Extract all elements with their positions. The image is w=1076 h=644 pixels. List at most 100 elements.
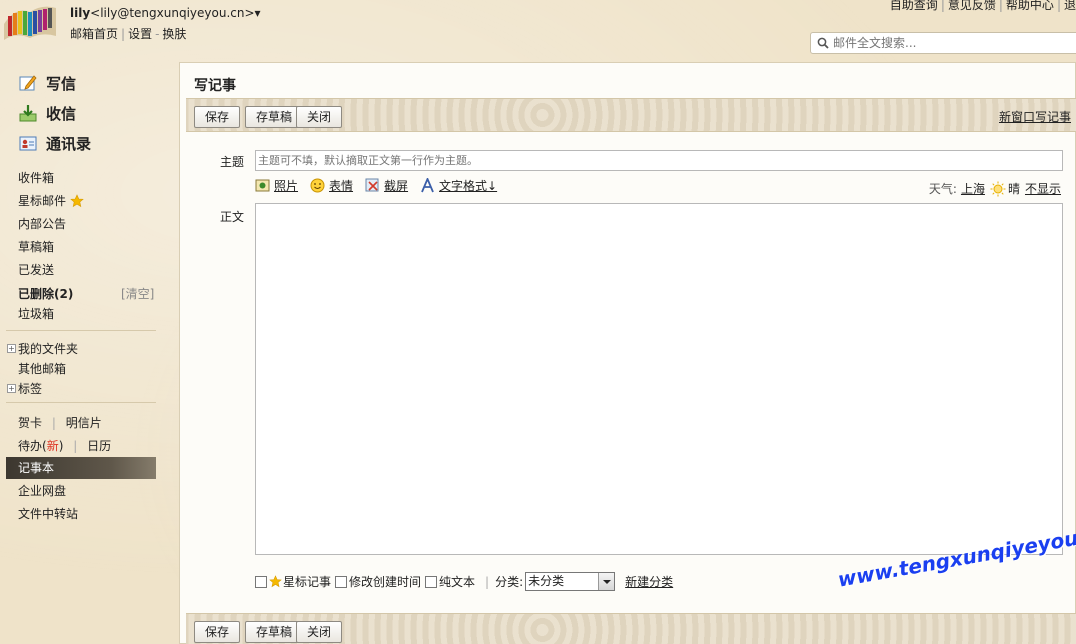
star-icon [269,575,282,588]
feedback-link[interactable]: 意见反馈 [948,0,996,12]
modify-time-label: 修改创建时间 [349,575,422,589]
other-mailboxes[interactable]: 其他邮箱 [18,360,66,377]
tree-tags-label: 标签 [18,382,43,396]
insert-emoji-button[interactable]: 表情 [310,177,353,194]
sidebar: 写信 收信 通讯录 收件箱 星标邮件 内部公告 草稿箱 已发送 已删除(2) [… [0,60,170,644]
weather-city-link[interactable]: 上海 [961,180,985,197]
close-button-bottom[interactable]: 关闭 [296,621,343,643]
sidebar-divider [6,330,156,331]
folder-inbox[interactable]: 收件箱 [18,169,54,186]
folder-spam[interactable]: 垃圾箱 [18,305,54,322]
star-icon [70,193,84,207]
change-skin-link[interactable]: 换肤 [162,27,186,41]
options-separator: | [485,574,490,589]
save-button-bottom[interactable]: 保存 [194,621,241,643]
logo [2,2,58,42]
star-note-option[interactable]: 星标记事 [255,573,331,590]
file-transfer-link[interactable]: 文件中转站 [18,505,78,522]
pencil-icon [19,75,37,91]
self-service-link[interactable]: 自助查询 [890,0,938,12]
contacts-label: 通讯录 [46,134,92,153]
user-name: lily [70,6,91,20]
close-button[interactable]: 关闭 [296,106,343,128]
subject-label: 主题 [220,155,245,169]
body-label: 正文 [220,210,245,224]
compose-button[interactable]: 写信 [18,72,76,94]
top-links: 自助查询 | 意见反馈 | 帮助中心 | 退 [889,0,1076,12]
insert-photo-button[interactable]: 照片 [255,177,298,194]
emoji-icon [310,178,325,193]
settings-link[interactable]: 设置 [128,27,152,41]
netdisk-link[interactable]: 企业网盘 [18,482,66,499]
todo-link[interactable]: 待办(新) [18,439,63,453]
receive-button[interactable]: 收信 [18,102,76,124]
subject-input[interactable] [255,150,1063,171]
text-format-icon [421,178,434,193]
logout-link[interactable]: 退 [1064,0,1076,12]
hide-weather-link[interactable]: 不显示 [1025,180,1061,197]
emoji-label: 表情 [329,179,354,193]
todo-label: 待办 [18,439,43,453]
category-select[interactable]: 未分类 [525,572,616,591]
weather-state: 晴 [1007,182,1020,196]
nav-notebook-active[interactable]: 记事本 [6,457,156,479]
account-dropdown-icon[interactable]: ▾ [255,6,261,20]
clear-trash-link[interactable]: [清空] [121,285,154,302]
folder-announcements[interactable]: 内部公告 [18,215,66,232]
folder-starred-label: 星标邮件 [18,194,67,208]
help-center-link[interactable]: 帮助中心 [1006,0,1054,12]
tree-my-folders[interactable]: + 我的文件夹 [7,340,78,357]
user-account[interactable]: lily<lily@tengxunqiyeyou.cn>▾ [70,6,261,20]
tree-my-folders-label: 我的文件夹 [18,342,79,356]
receive-label: 收信 [46,104,77,123]
folder-drafts[interactable]: 草稿箱 [18,238,54,255]
plain-text-label: 纯文本 [439,575,476,589]
weather-label: 天气: [928,182,957,196]
bottom-toolbar: 保存 存草稿 关闭 [186,613,1076,644]
calendar-link[interactable]: 日历 [87,439,111,453]
category-label: 分类: [495,575,524,589]
top-toolbar: 保存 存草稿 关闭 新窗口写记事 [186,98,1076,132]
weather-widget: 天气: 上海 晴 不显示 [929,180,1061,197]
star-note-label: 星标记事 [283,575,332,589]
greeting-card-link[interactable]: 贺卡 [18,416,42,430]
text-format-label: 文字格式↓ [439,179,498,193]
user-email: <lily@tengxunqiyeyou.cn> [90,6,255,20]
text-format-button[interactable]: 文字格式↓ [420,177,497,194]
folder-starred[interactable]: 星标邮件 [18,192,84,209]
modify-time-option[interactable]: 修改创建时间 [335,573,421,590]
expand-icon[interactable]: + [7,344,16,353]
mailbox-home-link[interactable]: 邮箱首页 [70,27,118,41]
photo-icon [255,179,270,192]
chevron-down-icon[interactable] [598,573,615,590]
save-button[interactable]: 保存 [194,106,241,128]
modify-time-checkbox[interactable] [335,575,348,588]
search-icon[interactable] [817,37,829,49]
scissors-icon [365,178,379,192]
plain-text-checkbox[interactable] [425,575,438,588]
folder-deleted[interactable]: 已删除(2) [18,285,73,302]
folder-sent[interactable]: 已发送 [18,261,54,278]
screenshot-button[interactable]: 截屏 [365,177,408,194]
save-draft-button[interactable]: 存草稿 [245,106,304,128]
postcard-link[interactable]: 明信片 [66,416,102,430]
apps-row-1: 贺卡 | 明信片 [18,416,102,430]
sidebar-divider [6,402,156,403]
new-window-link[interactable]: 新窗口写记事 [999,108,1071,125]
contact-card-icon [19,136,37,151]
sun-icon [990,181,1006,196]
search-input[interactable] [833,36,1073,50]
save-draft-button-bottom[interactable]: 存草稿 [245,621,304,643]
tree-tags[interactable]: + 标签 [7,380,42,397]
search-box[interactable] [810,32,1076,54]
plain-text-option[interactable]: 纯文本 [425,573,475,590]
screenshot-label: 截屏 [384,179,409,193]
star-note-checkbox[interactable] [255,575,267,588]
new-category-link[interactable]: 新建分类 [625,573,673,590]
editor-tools: 照片 表情 截屏 文字格式↓ [255,177,509,194]
body-editor[interactable] [255,203,1063,555]
expand-icon[interactable]: + [7,384,16,393]
photo-label: 照片 [274,179,299,193]
contacts-button[interactable]: 通讯录 [18,132,91,154]
note-options: 星标记事 修改创建时间 纯文本 | 分类: 未分类 新建分类 [255,572,673,591]
